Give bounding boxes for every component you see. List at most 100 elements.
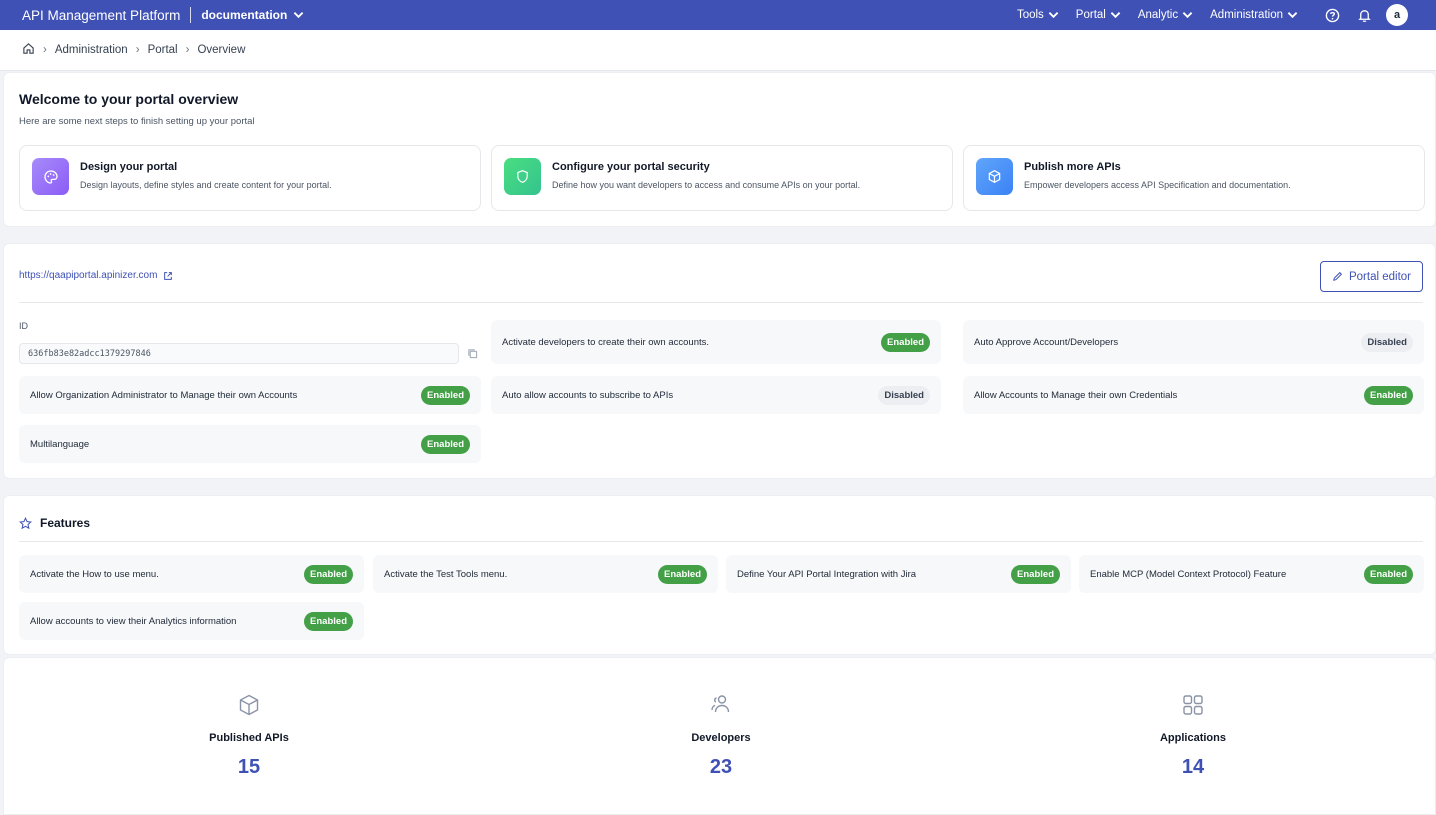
setting-label: Multilanguage xyxy=(30,438,90,450)
breadcrumb-portal[interactable]: Portal xyxy=(148,44,178,56)
status-badge: Enabled xyxy=(1364,385,1413,405)
setting-label: Allow Accounts to Manage their own Crede… xyxy=(974,389,1178,401)
feature-jira-integration: Define Your API Portal Integration with … xyxy=(726,555,1071,593)
setting-auto-approve-accounts: Auto Approve Account/Developers Disabled xyxy=(963,320,1424,364)
setting-label: Auto allow accounts to subscribe to APIs xyxy=(502,389,674,401)
chevron-right-icon: › xyxy=(43,44,47,56)
star-icon xyxy=(19,516,32,529)
title-divider xyxy=(190,7,192,23)
pencil-icon xyxy=(1333,271,1343,281)
chevron-down-icon xyxy=(294,12,304,19)
stat-value: 14 xyxy=(1181,756,1205,778)
setting-developer-self-signup: Activate developers to create their own … xyxy=(491,320,941,364)
status-badge: Enabled xyxy=(421,385,470,405)
features-panel: Features Activate the How to use menu. E… xyxy=(3,495,1436,655)
portal-security-title: Configure your portal security xyxy=(552,161,710,173)
status-badge: Enabled xyxy=(421,434,470,454)
design-portal-desc: Design layouts, define styles and create… xyxy=(80,180,332,190)
nav-analytic-label: Analytic xyxy=(1137,9,1179,21)
nav-portal-label: Portal xyxy=(1075,9,1106,21)
status-badge: Enabled xyxy=(304,564,353,584)
status-badge: Enabled xyxy=(304,611,353,631)
portal-url-link[interactable]: https://qaapiportal.apinizer.com xyxy=(19,270,173,281)
setting-manage-credentials: Allow Accounts to Manage their own Crede… xyxy=(963,376,1424,414)
nav-tools[interactable]: Tools xyxy=(1017,9,1059,21)
chevron-down-icon xyxy=(1287,12,1298,19)
status-badge: Enabled xyxy=(881,332,930,352)
divider xyxy=(19,302,1423,303)
portal-settings-panel: https://qaapiportal.apinizer.com Portal … xyxy=(3,243,1436,479)
stat-published-apis[interactable]: Published APIs 15 xyxy=(149,693,349,779)
workspace-selector[interactable]: documentation xyxy=(201,8,304,22)
top-navigation-bar: API Management Platform documentation To… xyxy=(0,0,1436,30)
status-badge: Disabled xyxy=(1361,332,1413,352)
portal-url-text: https://qaapiportal.apinizer.com xyxy=(19,270,158,281)
help-circle-icon[interactable] xyxy=(1324,7,1340,23)
users-icon xyxy=(621,693,821,719)
chevron-right-icon: › xyxy=(135,44,140,56)
portal-editor-button[interactable]: Portal editor xyxy=(1320,261,1423,292)
nav-analytic[interactable]: Analytic xyxy=(1138,9,1193,21)
stat-applications[interactable]: Applications 14 xyxy=(1093,693,1293,779)
cube-icon xyxy=(149,693,349,719)
publish-apis-desc: Empower developers access API Specificat… xyxy=(1024,180,1291,190)
top-nav-menu: Tools Portal Analytic Administration a xyxy=(1000,4,1414,26)
breadcrumb-administration[interactable]: Administration xyxy=(55,44,128,56)
setting-label: Allow Organization Administrator to Mana… xyxy=(30,389,298,401)
chevron-down-icon xyxy=(1182,12,1193,19)
feature-label: Allow accounts to view their Analytics i… xyxy=(30,615,237,627)
publish-apis-title: Publish more APIs xyxy=(1024,161,1121,173)
stat-label: Published APIs xyxy=(209,732,289,744)
status-badge: Disabled xyxy=(878,385,930,405)
chevron-right-icon: › xyxy=(185,44,190,56)
portal-id-field[interactable]: 636fb83e82adcc1379297846 xyxy=(19,343,459,364)
stat-label: Applications xyxy=(1159,732,1226,744)
feature-label: Activate the Test Tools menu. xyxy=(384,568,508,580)
design-portal-card[interactable]: Design your portal Design layouts, defin… xyxy=(19,145,481,211)
nav-portal[interactable]: Portal xyxy=(1076,9,1121,21)
design-portal-title: Design your portal xyxy=(80,161,178,173)
grid-icon xyxy=(1093,693,1293,719)
stat-value: 23 xyxy=(709,756,733,778)
home-icon[interactable] xyxy=(22,42,35,58)
stat-developers[interactable]: Developers 23 xyxy=(621,693,821,779)
copy-icon[interactable] xyxy=(467,348,478,359)
external-link-icon xyxy=(164,271,173,280)
status-badge: Enabled xyxy=(658,564,707,584)
setting-auto-subscribe-apis: Auto allow accounts to subscribe to APIs… xyxy=(491,376,941,414)
bell-icon[interactable] xyxy=(1356,7,1372,23)
welcome-panel: Welcome to your portal overview Here are… xyxy=(3,72,1436,227)
chevron-down-icon xyxy=(1110,12,1121,19)
setting-multilanguage: Multilanguage Enabled xyxy=(19,425,481,463)
nav-administration-label: Administration xyxy=(1210,9,1283,21)
nav-tools-label: Tools xyxy=(1016,9,1044,21)
features-heading: Features xyxy=(19,516,90,530)
features-title: Features xyxy=(40,516,91,530)
setting-label: Activate developers to create their own … xyxy=(502,336,710,348)
palette-icon xyxy=(32,158,69,195)
page-subtitle: Here are some next steps to finish setti… xyxy=(19,116,255,127)
status-badge: Enabled xyxy=(1011,564,1060,584)
setting-org-admin-manage-accounts: Allow Organization Administrator to Mana… xyxy=(19,376,481,414)
breadcrumb-overview: Overview xyxy=(197,44,246,56)
app-title[interactable]: API Management Platform xyxy=(22,8,180,23)
stat-value: 15 xyxy=(237,756,261,778)
status-badge: Enabled xyxy=(1364,564,1413,584)
workspace-name: documentation xyxy=(201,8,288,22)
avatar[interactable]: a xyxy=(1386,4,1408,26)
feature-label: Activate the How to use menu. xyxy=(30,568,159,580)
id-label: ID xyxy=(19,321,28,331)
chevron-down-icon xyxy=(1048,12,1059,19)
page-title: Welcome to your portal overview xyxy=(19,91,239,107)
portal-security-card[interactable]: Configure your portal security Define ho… xyxy=(491,145,953,211)
stats-panel: Published APIs 15 Developers 23 Applicat… xyxy=(3,657,1436,815)
feature-test-tools-menu: Activate the Test Tools menu. Enabled xyxy=(373,555,718,593)
cube-icon xyxy=(976,158,1013,195)
stat-label: Developers xyxy=(691,732,751,744)
feature-how-to-use-menu: Activate the How to use menu. Enabled xyxy=(19,555,364,593)
portal-editor-label: Portal editor xyxy=(1348,270,1411,283)
nav-administration[interactable]: Administration xyxy=(1210,9,1298,21)
publish-apis-card[interactable]: Publish more APIs Empower developers acc… xyxy=(963,145,1425,211)
feature-label: Enable MCP (Model Context Protocol) Feat… xyxy=(1090,568,1287,580)
shield-icon xyxy=(504,158,541,195)
